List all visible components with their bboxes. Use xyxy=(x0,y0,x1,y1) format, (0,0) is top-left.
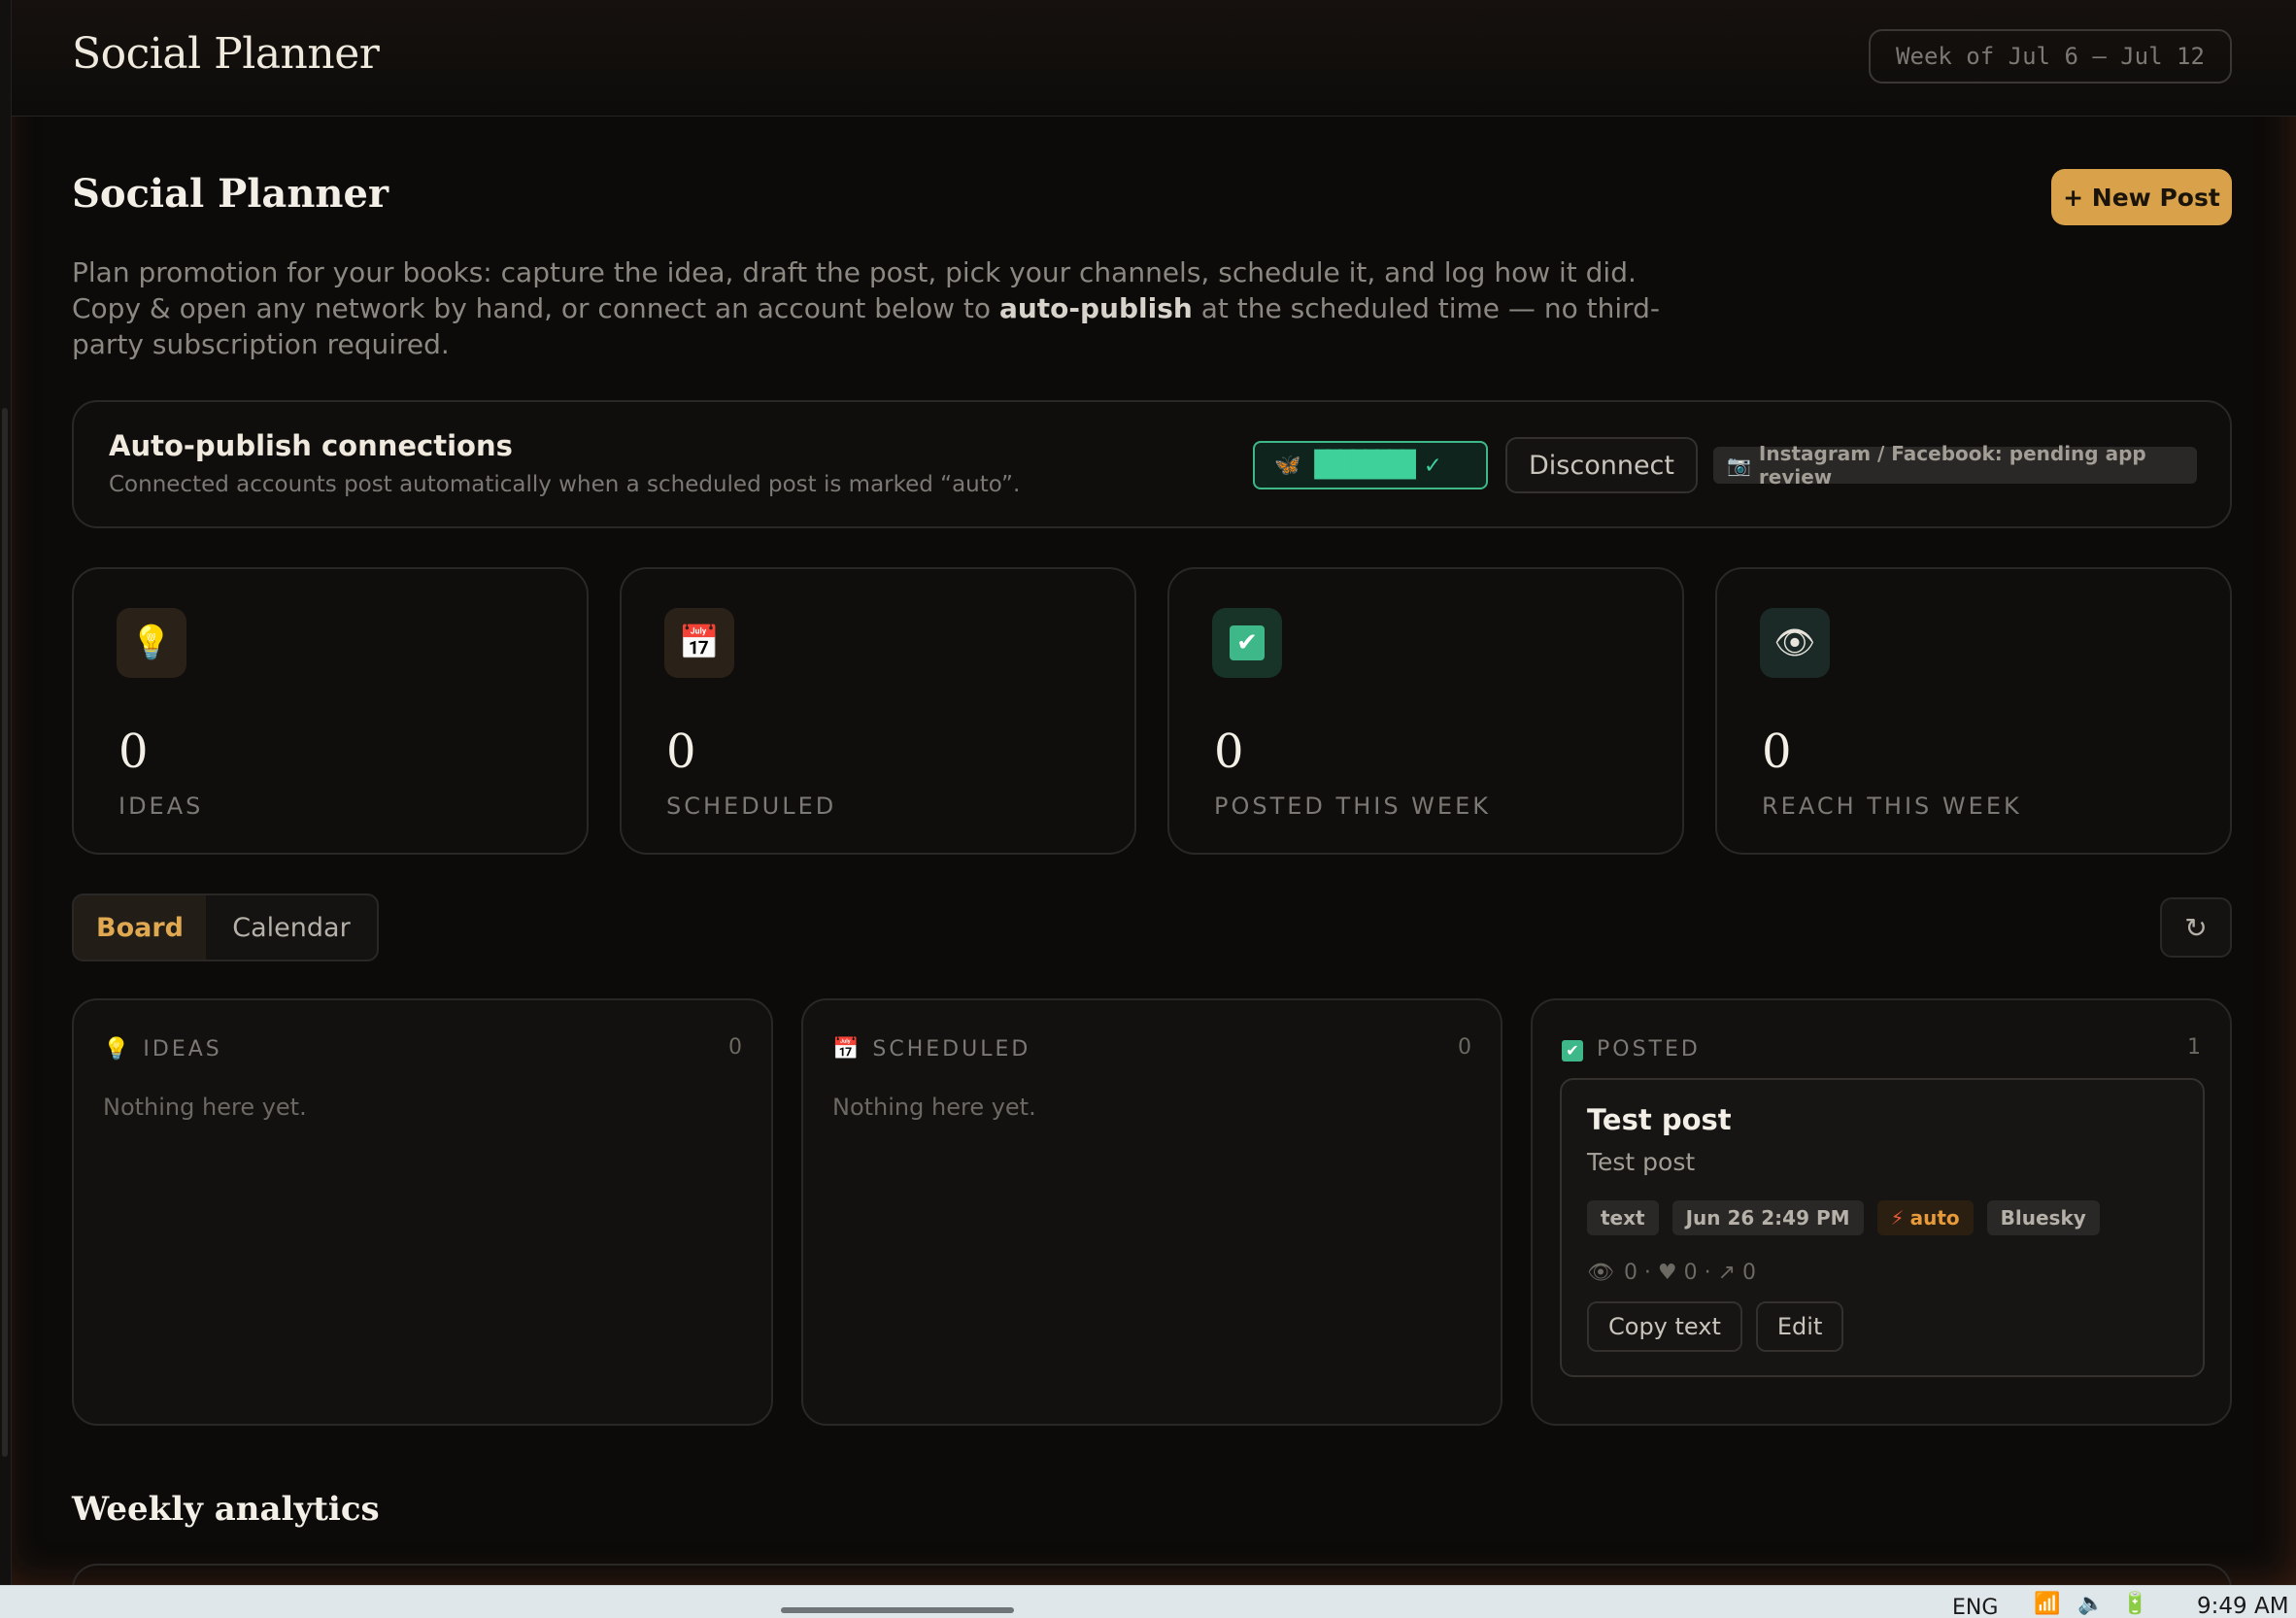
column-posted: ✔ POSTED 1 Test post Test post text Jun … xyxy=(1531,998,2232,1426)
new-post-button[interactable]: + New Post xyxy=(2051,169,2232,225)
left-scrollbar[interactable] xyxy=(0,0,12,1585)
taskbar-handle[interactable] xyxy=(781,1607,1014,1613)
checkmark-icon: ✔ xyxy=(1212,608,1282,678)
stat-value: 0 xyxy=(1762,725,1792,779)
stat-label: REACH THIS WEEK xyxy=(1762,792,2022,820)
stats-row: 💡 0 IDEAS 📅 0 SCHEDULED ✔ 0 POSTED THIS … xyxy=(72,567,2232,855)
tag-auto: ⚡ auto xyxy=(1876,1200,1974,1235)
tab-calendar[interactable]: Calendar xyxy=(206,895,377,960)
column-count: 0 xyxy=(1458,1035,1471,1060)
lightbulb-icon: 💡 xyxy=(103,1037,130,1062)
post-tags: text Jun 26 2:49 PM ⚡ auto Bluesky xyxy=(1587,1200,2100,1235)
column-title: SCHEDULED xyxy=(872,1037,1031,1062)
stat-value: 0 xyxy=(118,725,149,779)
eye-icon: 👁 xyxy=(1760,608,1830,678)
system-tray[interactable]: 📶 🔈 🔋 xyxy=(2034,1592,2148,1616)
edit-button[interactable]: Edit xyxy=(1755,1301,1844,1352)
post-title: Test post xyxy=(1587,1103,1732,1136)
column-header: 💡 IDEAS xyxy=(103,1037,222,1062)
stat-value: 0 xyxy=(1214,725,1244,779)
column-count: 0 xyxy=(728,1035,742,1060)
empty-state: Nothing here yet. xyxy=(832,1094,1036,1121)
checkmark-icon: ✔ xyxy=(1562,1037,1583,1062)
stat-label: SCHEDULED xyxy=(666,792,837,820)
tab-board[interactable]: Board xyxy=(74,895,206,960)
app-window: Social Planner Week of Jul 6 – Jul 12 So… xyxy=(0,0,2296,1585)
wifi-icon[interactable]: 📶 xyxy=(2034,1592,2060,1616)
bluesky-handle-masked: ████████ ✓ xyxy=(1314,451,1440,480)
stat-ideas: 💡 0 IDEAS xyxy=(72,567,589,855)
bluesky-connection-chip[interactable]: 🦋 ████████ ✓ xyxy=(1253,441,1488,489)
card-actions: Copy text Edit xyxy=(1587,1301,1844,1352)
tag-datetime: Jun 26 2:49 PM xyxy=(1671,1200,1864,1235)
post-body: Test post xyxy=(1587,1148,1696,1176)
lightning-icon: ⚡ xyxy=(1890,1206,1905,1230)
stat-reach-this-week: 👁 0 REACH THIS WEEK xyxy=(1715,567,2232,855)
stat-label: IDEAS xyxy=(118,792,204,820)
post-metrics: 👁 0 · ♥ 0 · ↗ 0 xyxy=(1587,1261,1757,1285)
page-title: Social Planner xyxy=(72,171,389,217)
volume-icon[interactable]: 🔈 xyxy=(2077,1592,2104,1616)
camera-icon: 📷 xyxy=(1727,454,1751,477)
tag-network: Bluesky xyxy=(1986,1200,2100,1235)
connections-title: Auto-publish connections xyxy=(109,429,513,462)
column-count: 1 xyxy=(2187,1035,2201,1060)
clock[interactable]: 9:49 AM xyxy=(2197,1594,2289,1618)
app-brand: Social Planner xyxy=(72,29,380,79)
stat-scheduled: 📅 0 SCHEDULED xyxy=(620,567,1136,855)
top-bar: Social Planner Week of Jul 6 – Jul 12 xyxy=(12,0,2296,117)
battery-icon[interactable]: 🔋 xyxy=(2122,1592,2148,1616)
auto-publish-connections: Auto-publish connections Connected accou… xyxy=(72,400,2232,528)
butterfly-icon: 🦋 xyxy=(1274,453,1301,478)
weekly-analytics-title: Weekly analytics xyxy=(72,1490,380,1529)
language-indicator[interactable]: ENG xyxy=(1952,1596,1998,1618)
column-title: POSTED xyxy=(1597,1037,1701,1062)
copy-text-button[interactable]: Copy text xyxy=(1587,1301,1742,1352)
view-tabs: Board Calendar xyxy=(72,893,379,961)
stat-value: 0 xyxy=(666,725,696,779)
week-range-pill[interactable]: Week of Jul 6 – Jul 12 xyxy=(1869,29,2232,84)
calendar-icon: 📅 xyxy=(664,608,734,678)
column-header: ✔ POSTED xyxy=(1562,1037,1701,1062)
refresh-icon: ↻ xyxy=(2184,911,2208,944)
calendar-icon: 📅 xyxy=(832,1037,860,1062)
post-card[interactable]: Test post Test post text Jun 26 2:49 PM … xyxy=(1560,1078,2205,1377)
column-ideas: 💡 IDEAS 0 Nothing here yet. xyxy=(72,998,773,1426)
connections-subtitle: Connected accounts post automatically wh… xyxy=(109,472,1021,497)
stat-label: POSTED THIS WEEK xyxy=(1214,792,1491,820)
column-title: IDEAS xyxy=(143,1037,222,1062)
eye-icon: 👁 xyxy=(1587,1261,1614,1285)
lightbulb-icon: 💡 xyxy=(117,608,186,678)
analytics-panel xyxy=(72,1564,2232,1585)
stat-posted-this-week: ✔ 0 POSTED THIS WEEK xyxy=(1167,567,1684,855)
scrollbar-thumb[interactable] xyxy=(2,408,8,1457)
intro-bold: auto-publish xyxy=(998,292,1193,324)
tag-type: text xyxy=(1587,1200,1659,1235)
refresh-button[interactable]: ↻ xyxy=(2160,897,2232,958)
intro-text: Plan promotion for your books: capture t… xyxy=(72,256,1661,360)
empty-state: Nothing here yet. xyxy=(103,1094,307,1121)
os-taskbar: ENG 📶 🔈 🔋 9:49 AM xyxy=(0,1585,2296,1618)
instagram-facebook-pending-badge: 📷 Instagram / Facebook: pending app revi… xyxy=(1713,442,2197,489)
column-header: 📅 SCHEDULED xyxy=(832,1037,1030,1062)
column-scheduled: 📅 SCHEDULED 0 Nothing here yet. xyxy=(801,998,1503,1426)
disconnect-button[interactable]: Disconnect xyxy=(1505,437,1698,493)
